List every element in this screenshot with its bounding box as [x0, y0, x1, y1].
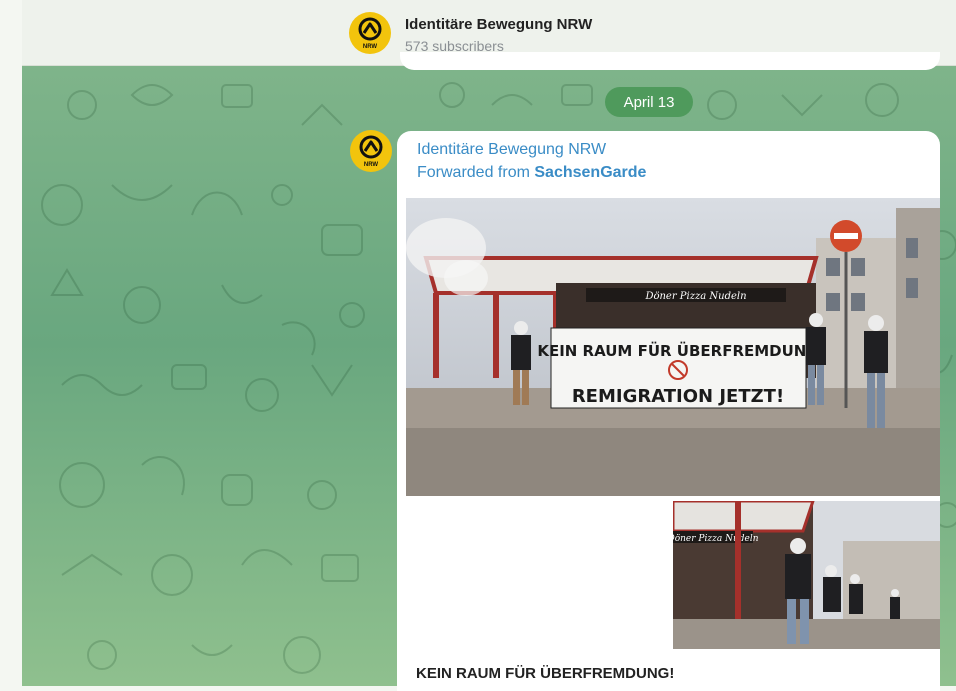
message-bubble[interactable]: Identitäre Bewegung NRW Forwarded from S… [397, 131, 940, 691]
message-avatar[interactable]: NRW [350, 130, 392, 172]
forwarded-source-link[interactable]: SachsenGarde [534, 164, 646, 181]
date-separator[interactable]: April 13 [605, 87, 693, 117]
lambda-logo-icon: NRW [359, 135, 383, 168]
previous-message-bubble[interactable] [400, 52, 940, 70]
banner-line-2: REMIGRATION JETZT! [572, 386, 784, 407]
message-caption: KEIN RAUM FÜR ÜBERFREMDUNG! [416, 665, 675, 682]
message-sender[interactable]: Identitäre Bewegung NRW [417, 141, 606, 159]
channel-avatar[interactable]: NRW [349, 12, 391, 54]
forwarded-prefix: Forwarded from [417, 164, 535, 181]
shop-sign-second: Döner Pizza Nudeln [673, 534, 759, 544]
banner-line-1: KEIN RAUM FÜR ÜBERFREMDUNG [537, 341, 818, 360]
photo-second[interactable]: Döner Pizza Nudeln [673, 501, 940, 649]
lambda-logo-icon: NRW [358, 17, 382, 50]
shop-sign: Döner Pizza Nudeln [644, 291, 746, 302]
forwarded-from: Forwarded from SachsenGarde [417, 164, 646, 182]
avatar-label: NRW [363, 44, 378, 50]
photo-main[interactable]: Döner Pizza Nudeln KEIN RAUM FÜR ÜBERFRE… [406, 198, 940, 496]
photo-main-scene: Döner Pizza Nudeln KEIN RAUM FÜR ÜBERFRE… [406, 198, 940, 496]
channel-title: Identitäre Bewegung NRW [405, 16, 593, 33]
photo-second-scene: Döner Pizza Nudeln [673, 501, 940, 649]
avatar-label: NRW [364, 162, 379, 168]
